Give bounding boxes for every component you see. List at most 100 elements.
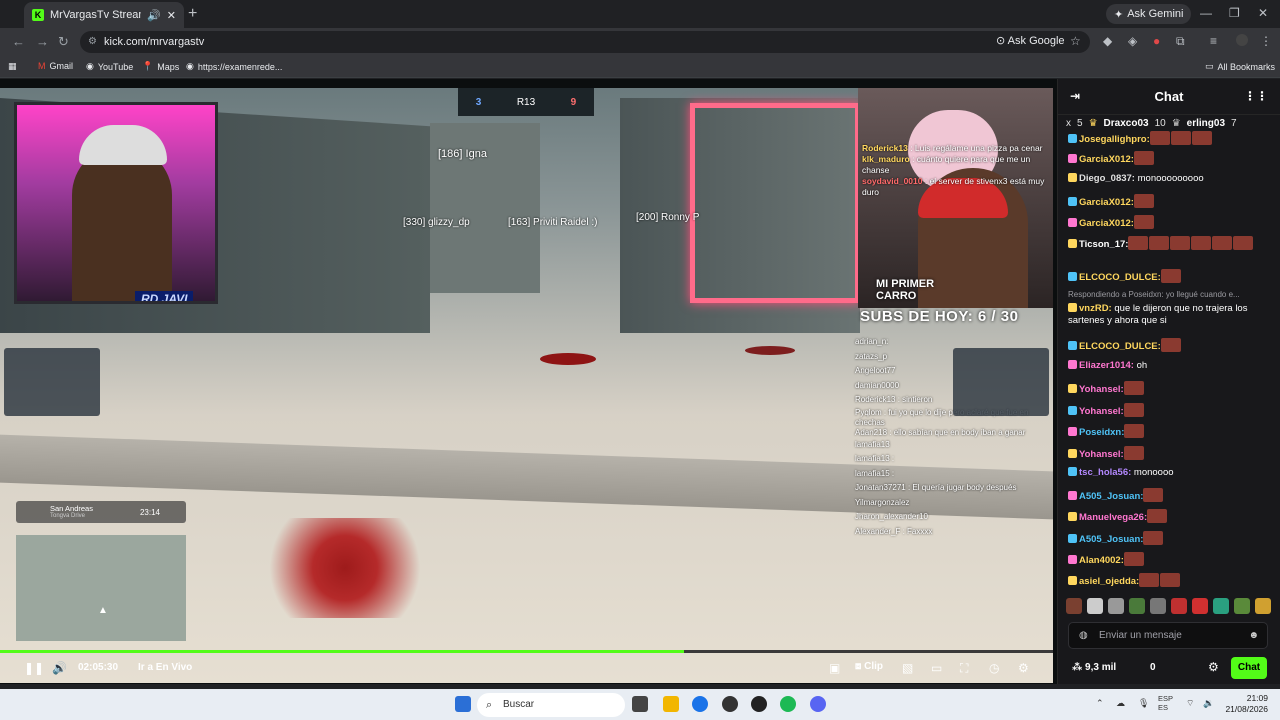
cloud-icon[interactable]: ☁ [1116, 698, 1125, 709]
media-icon[interactable]: ≡ [1210, 34, 1217, 48]
tab-stream[interactable]: K MrVargasTv Stream - Watch 🔊 ✕ [24, 2, 184, 28]
reload-icon[interactable]: ↻ [58, 34, 69, 50]
theater-icon[interactable]: ▣ [829, 661, 840, 675]
chat-username[interactable]: vnzRD: [1079, 303, 1112, 314]
collapse-chat-icon[interactable]: ⇥ [1070, 89, 1080, 103]
emote-icon[interactable] [1150, 598, 1166, 614]
emote-icon[interactable] [1192, 598, 1208, 614]
bookmark-gmail[interactable]: M Gmail [38, 61, 73, 71]
file-explorer-icon[interactable] [663, 696, 679, 712]
site-info-icon[interactable]: ⚙ [88, 31, 97, 53]
chat-username[interactable]: tsc_hola56: [1079, 467, 1131, 478]
chat-username[interactable]: Yohansel: [1079, 406, 1124, 417]
close-window-icon[interactable]: ✕ [1258, 6, 1268, 20]
taskbar-search[interactable]: ⌕ Buscar [477, 693, 625, 717]
pip-icon[interactable]: ▧ [902, 661, 913, 675]
chat-username[interactable]: Yohansel: [1079, 449, 1124, 460]
emote-icon[interactable] [1213, 598, 1229, 614]
bookmark-examen[interactable]: ◉ https://examenrede... [186, 61, 282, 72]
chat-username[interactable]: A505_Josuan: [1079, 491, 1143, 502]
emote-icon[interactable] [1255, 598, 1271, 614]
forward-icon[interactable]: → [36, 34, 49, 49]
emoji-icon[interactable]: ☻ [1248, 623, 1259, 648]
ask-google-button[interactable]: ⊙ Ask Google [996, 34, 1065, 47]
chat-username[interactable]: Poseidxn: [1079, 427, 1124, 438]
emote-icon[interactable] [1234, 598, 1250, 614]
taskbar-search-label: Buscar [503, 699, 535, 710]
spotify-icon[interactable] [780, 696, 796, 712]
emote-icon [1191, 131, 1212, 145]
chat-username[interactable]: ELCOCO_DULCE: [1079, 341, 1161, 352]
language-indicator[interactable]: ESP ES [1158, 694, 1173, 712]
chat-username[interactable]: GarciaX012: [1079, 154, 1134, 165]
emote-icon[interactable] [1171, 598, 1187, 614]
chat-username[interactable]: Eliazer1014: [1079, 360, 1134, 371]
new-tab-button[interactable]: + [188, 5, 197, 23]
ask-gemini-button[interactable]: ✦ Ask Gemini [1106, 4, 1192, 24]
chat-username[interactable]: asiel_ojedda: [1079, 576, 1139, 587]
apps-icon[interactable]: ▦ [8, 61, 17, 72]
chat-username[interactable]: Ticson_17: [1079, 239, 1128, 250]
folder-icon: ▭ [1205, 61, 1214, 71]
close-tab-icon[interactable]: ✕ [167, 9, 176, 22]
back-icon[interactable]: ← [12, 34, 25, 49]
emote-icon[interactable] [1129, 598, 1145, 614]
chat-username[interactable]: Diego_0837: [1079, 173, 1135, 184]
minimize-icon[interactable]: — [1200, 6, 1212, 20]
bookmark-youtube[interactable]: ◉ YouTube [86, 61, 133, 72]
chat-username[interactable]: Alan4002: [1079, 555, 1124, 566]
settings-icon[interactable]: ⚙ [1018, 661, 1029, 675]
emote-icon[interactable] [1066, 598, 1082, 614]
chat-users-icon[interactable]: ⋮⋮ [1244, 89, 1268, 103]
fullscreen-icon[interactable]: ⛶ [960, 661, 968, 676]
team-panel-left [4, 348, 100, 416]
emote-icon[interactable] [1108, 598, 1124, 614]
wifi-icon[interactable]: ⌔ [1186, 698, 1194, 709]
bookmark-label: YouTube [97, 61, 134, 72]
chat-username[interactable]: ELCOCO_DULCE: [1079, 272, 1161, 283]
chat-settings-icon[interactable]: ⚙ [1208, 660, 1219, 674]
record-icon[interactable]: ● [1153, 34, 1160, 48]
chrome-icon[interactable] [692, 696, 708, 712]
speed-icon[interactable]: ◷ [989, 661, 999, 675]
extension-icon[interactable]: ◆ [1103, 34, 1112, 48]
speaker-icon[interactable]: 🔊 [147, 9, 161, 22]
chevron-up-icon[interactable]: ⌃ [1096, 698, 1104, 709]
map-pin-icon: 📍 [142, 61, 154, 71]
maximize-icon[interactable]: ❐ [1229, 6, 1240, 20]
app-icon[interactable] [751, 696, 767, 712]
task-view-icon[interactable] [632, 696, 648, 712]
chat-username[interactable]: Josegallighpro: [1079, 134, 1150, 145]
discord-icon[interactable] [810, 696, 826, 712]
system-clock[interactable]: 21:09 21/08/2026 [1220, 693, 1268, 715]
menu-icon[interactable]: ⋮ [1260, 34, 1272, 48]
puzzle-icon[interactable]: ⧉ [1176, 34, 1185, 49]
sub-badge-icon [1068, 154, 1077, 163]
star-icon[interactable]: ☆ [1070, 34, 1081, 48]
address-bar-row: ← → ↻ ⚙ kick.com/mrvargastv ⊙ Ask Google… [0, 28, 1280, 56]
send-chat-button[interactable]: Chat [1231, 657, 1267, 679]
pause-icon[interactable]: ❚❚ [24, 661, 44, 675]
chat-username[interactable]: Yohansel: [1079, 384, 1124, 395]
all-bookmarks[interactable]: ▭ All Bookmarks [1205, 61, 1275, 72]
captions-icon[interactable]: ▭ [931, 661, 942, 675]
chat-username[interactable]: GarciaX012: [1079, 197, 1134, 208]
chat-username[interactable]: Respondiendo a Poseidxn: yo llegué cuand… [1068, 290, 1240, 299]
microphone-icon[interactable]: 🎙 [1138, 698, 1149, 709]
url-field[interactable]: ⚙ kick.com/mrvargastv [80, 31, 1090, 53]
sound-icon[interactable]: 🔉 [1203, 698, 1214, 709]
bookmark-maps[interactable]: 📍 Maps [142, 61, 179, 72]
app-icon[interactable] [722, 696, 738, 712]
chat-username[interactable]: A505_Josuan: [1079, 534, 1143, 545]
chat-username[interactable]: GarciaX012: [1079, 218, 1134, 229]
windows-start-icon[interactable] [455, 696, 471, 712]
clip-button[interactable]: ⧈ Clip [855, 661, 883, 672]
emote-icon[interactable] [1087, 598, 1103, 614]
chat-username[interactable]: Manuelvega26: [1079, 512, 1147, 523]
profile-avatar[interactable] [1236, 34, 1248, 46]
chat-input[interactable]: ◍ Enviar un mensaje ☻ [1068, 622, 1268, 649]
video-player[interactable]: [186] Igna [330] glizzy_dp [163] Priviti… [0, 88, 1053, 683]
go-live-button[interactable]: Ir a En Vivo [138, 662, 192, 673]
shield-icon[interactable]: ◈ [1128, 34, 1137, 48]
volume-icon[interactable]: 🔊 [52, 661, 67, 675]
